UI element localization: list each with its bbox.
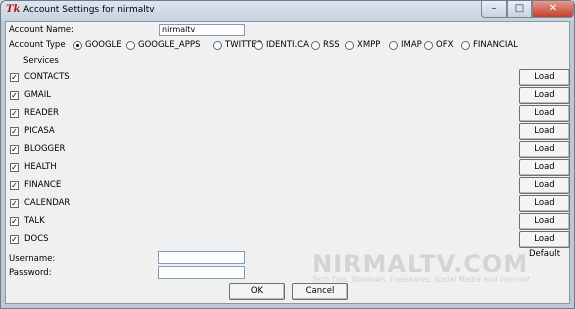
service-label: HEALTH	[24, 162, 57, 172]
minimize-button[interactable]: –	[481, 1, 507, 18]
load-default-button[interactable]: Load Default	[519, 141, 570, 169]
account-type-label-financial[interactable]: FINANCIAL	[473, 40, 518, 50]
service-checkbox[interactable]: ✓	[10, 109, 19, 118]
account-type-label-rss[interactable]: RSS	[323, 40, 340, 50]
service-checkbox[interactable]: ✓	[10, 145, 19, 154]
account-type-label: Account Type	[9, 40, 66, 50]
account-name-field[interactable]: nirmaltv	[159, 24, 245, 36]
account-type-radio-imap[interactable]	[389, 41, 398, 50]
service-label: CONTACTS	[24, 72, 70, 82]
account-type-radio-google-apps[interactable]	[126, 41, 135, 50]
title-bar[interactable]: Tk Account Settings for nirmaltv – □ ✕	[1, 1, 574, 21]
account-type-radio-google[interactable]	[73, 41, 82, 50]
account-type-radio-rss[interactable]	[311, 41, 320, 50]
watermark-logo: NIRMALTV.COM	[312, 250, 529, 278]
password-field[interactable]	[158, 266, 245, 279]
services-label: Services	[23, 56, 59, 66]
account-name-label: Account Name:	[9, 25, 74, 35]
username-field[interactable]	[158, 251, 245, 264]
load-default-button[interactable]: Load Default	[519, 159, 570, 187]
account-type-radio-ofx[interactable]	[424, 41, 433, 50]
service-checkbox[interactable]: ✓	[10, 163, 19, 172]
service-row-docs: ✓ DOCS Load Default	[10, 231, 570, 259]
account-type-radio-identi-ca[interactable]	[254, 41, 263, 50]
username-label: Username:	[9, 254, 56, 264]
service-label: DOCS	[24, 234, 49, 244]
window-title: Account Settings for nirmaltv	[23, 5, 155, 15]
ok-button[interactable]: OK	[229, 283, 285, 300]
service-checkbox[interactable]: ✓	[10, 73, 19, 82]
maximize-button[interactable]: □	[507, 1, 532, 18]
service-label: CALENDAR	[24, 198, 71, 208]
dialog-window: Tk Account Settings for nirmaltv – □ ✕ A…	[0, 0, 575, 309]
account-type-label-google-apps[interactable]: GOOGLE_APPS	[138, 40, 200, 50]
service-row-talk: ✓ TALK Load Default	[10, 213, 570, 241]
load-default-button[interactable]: Load Default	[519, 123, 570, 151]
account-type-radio-twitter[interactable]	[213, 41, 222, 50]
service-checkbox[interactable]: ✓	[10, 199, 19, 208]
cancel-button[interactable]: Cancel	[292, 283, 348, 300]
dialog-body: Account Name: nirmaltv Account Type GOOG…	[5, 21, 570, 304]
service-row-blogger: ✓ BLOGGER Load Default	[10, 141, 570, 169]
service-row-reader: ✓ READER Load Default	[10, 105, 570, 133]
account-type-label-xmpp[interactable]: XMPP	[357, 40, 380, 50]
service-label: READER	[24, 108, 59, 118]
service-checkbox[interactable]: ✓	[10, 217, 19, 226]
service-label: GMAIL	[24, 90, 51, 100]
service-row-calendar: ✓ CALENDAR Load Default	[10, 195, 570, 223]
load-default-button[interactable]: Load Default	[519, 231, 570, 259]
service-row-contacts: ✓ CONTACTS Load Default	[10, 69, 570, 97]
service-label: TALK	[24, 216, 45, 226]
account-type-label-imap[interactable]: IMAP	[401, 40, 422, 50]
service-checkbox[interactable]: ✓	[10, 235, 19, 244]
load-default-button[interactable]: Load Default	[519, 105, 570, 133]
service-checkbox[interactable]: ✓	[10, 91, 19, 100]
watermark-tagline: Tech Tips, Windows, Freewares, Social Me…	[312, 275, 530, 284]
tk-app-icon: Tk	[6, 4, 21, 15]
account-type-label-identi-ca[interactable]: IDENTI.CA	[266, 40, 309, 50]
load-default-button[interactable]: Load Default	[519, 213, 570, 241]
service-row-picasa: ✓ PICASA Load Default	[10, 123, 570, 151]
service-label: BLOGGER	[24, 144, 66, 154]
load-default-button[interactable]: Load Default	[519, 87, 570, 115]
service-label: FINANCE	[24, 180, 62, 190]
service-row-finance: ✓ FINANCE Load Default	[10, 177, 570, 205]
password-label: Password:	[9, 268, 52, 278]
account-type-label-google[interactable]: GOOGLE	[85, 40, 122, 50]
load-default-button[interactable]: Load Default	[519, 69, 570, 97]
service-label: PICASA	[24, 126, 55, 136]
account-type-radio-xmpp[interactable]	[345, 41, 354, 50]
service-row-gmail: ✓ GMAIL Load Default	[10, 87, 570, 115]
service-checkbox[interactable]: ✓	[10, 127, 19, 136]
account-type-label-ofx[interactable]: OFX	[436, 40, 453, 50]
load-default-button[interactable]: Load Default	[519, 177, 570, 205]
account-type-radio-financial[interactable]	[461, 41, 470, 50]
service-row-health: ✓ HEALTH Load Default	[10, 159, 570, 187]
close-button[interactable]: ✕	[532, 1, 574, 18]
service-checkbox[interactable]: ✓	[10, 181, 19, 190]
load-default-button[interactable]: Load Default	[519, 195, 570, 223]
